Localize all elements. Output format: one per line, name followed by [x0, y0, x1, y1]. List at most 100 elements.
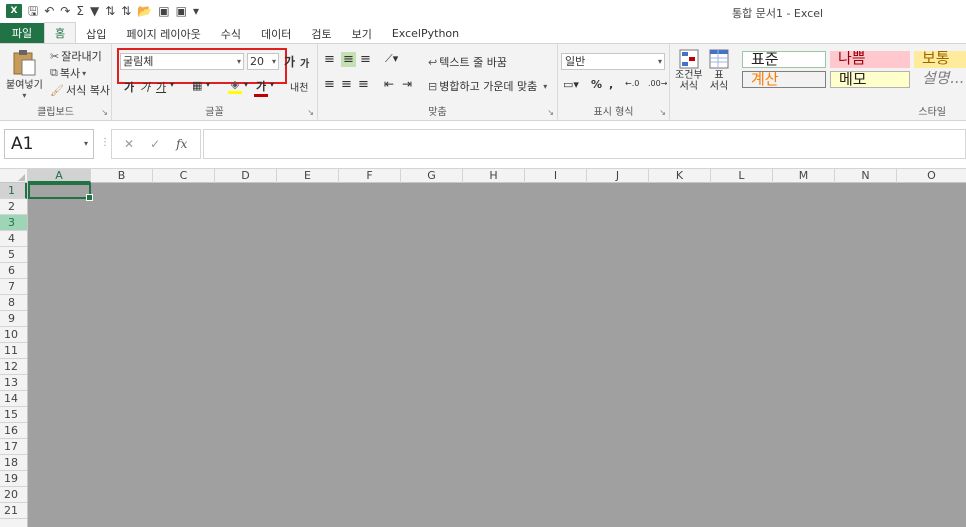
row-header-6[interactable]: 6 [0, 263, 27, 279]
decrease-indent-icon[interactable]: ⇤ [384, 77, 394, 91]
phonetic-button[interactable]: 내천 [290, 79, 308, 94]
column-header-d[interactable]: D [215, 169, 277, 183]
row-header-5[interactable]: 5 [0, 247, 27, 263]
row-header-10[interactable]: 10 [0, 327, 27, 343]
tab-formulas[interactable]: 수식 [211, 23, 251, 44]
grow-font-button[interactable]: 가 [284, 53, 295, 70]
worksheet-grid[interactable] [28, 183, 966, 527]
row-header-16[interactable]: 16 [0, 423, 27, 439]
increase-decimal-icon[interactable]: ←.0 [625, 79, 639, 88]
column-header-c[interactable]: C [153, 169, 215, 183]
format-painter-button[interactable]: 🖌 서식 복사 [50, 82, 110, 98]
fill-color-button[interactable]: ◈ [228, 78, 242, 94]
bold-button[interactable]: 가 [124, 79, 134, 95]
font-color-dropdown-icon[interactable]: ▾ [270, 80, 274, 89]
row-header-19[interactable]: 19 [0, 471, 27, 487]
customize-qat-icon[interactable]: ▾ [193, 4, 199, 18]
conditional-formatting-button[interactable]: 조건부 서식 [675, 48, 703, 92]
row-header-9[interactable]: 9 [0, 311, 27, 327]
increase-indent-icon[interactable]: ⇥ [402, 77, 412, 91]
paste-button[interactable]: 붙여넣기 ▾ [6, 48, 43, 100]
save-icon[interactable]: 🖫 [28, 4, 38, 18]
column-header-e[interactable]: E [277, 169, 339, 183]
row-header-1[interactable]: 1 [0, 183, 27, 199]
open-folder-icon[interactable]: 📂 [137, 4, 152, 18]
cancel-icon[interactable]: ✕ [124, 137, 134, 151]
style-neutral[interactable]: 보통 [914, 51, 966, 68]
redo-icon[interactable]: ↷ [60, 4, 70, 18]
row-header-17[interactable]: 17 [0, 439, 27, 455]
column-header-h[interactable]: H [463, 169, 525, 183]
percent-style-button[interactable]: % [591, 78, 602, 91]
align-middle-icon[interactable]: ≡ [341, 52, 356, 67]
select-all-button[interactable] [0, 169, 28, 183]
insert-function-icon[interactable]: fx [176, 137, 187, 151]
row-header-11[interactable]: 11 [0, 343, 27, 359]
sort-ascending-icon[interactable]: ⇅ [105, 4, 115, 18]
clipboard-launcher-icon[interactable]: ↘ [101, 108, 108, 117]
font-launcher-icon[interactable]: ↘ [307, 108, 314, 117]
tab-page-layout[interactable]: 페이지 레이아웃 [116, 23, 210, 44]
tab-excelpython[interactable]: ExcelPython [382, 23, 469, 44]
filter-icon[interactable]: ▼ [90, 4, 99, 18]
style-calculation[interactable]: 계산 [742, 71, 826, 88]
borders-icon[interactable]: ▦ [192, 79, 202, 92]
number-format-combobox[interactable]: 일반 ▾ [561, 53, 665, 70]
formula-input[interactable] [203, 129, 966, 159]
tab-home[interactable]: 홈 [44, 22, 77, 44]
row-header-7[interactable]: 7 [0, 279, 27, 295]
format-as-table-button[interactable]: 표 서식 [708, 48, 730, 92]
column-header-j[interactable]: J [587, 169, 649, 183]
row-header-3[interactable]: 3 [0, 215, 27, 231]
enter-icon[interactable]: ✓ [150, 137, 160, 151]
number-launcher-icon[interactable]: ↘ [659, 108, 666, 117]
undo-icon[interactable]: ↶ [44, 4, 54, 18]
alignment-launcher-icon[interactable]: ↘ [547, 108, 554, 117]
formula-bar-splitter-icon[interactable]: ⋮ [100, 137, 110, 148]
column-header-a[interactable]: A [28, 169, 91, 183]
column-header-m[interactable]: M [773, 169, 835, 183]
name-box-dropdown-icon[interactable]: ▾ [84, 130, 88, 158]
tab-review[interactable]: 검토 [301, 23, 341, 44]
tab-file[interactable]: 파일 [0, 23, 44, 43]
column-header-b[interactable]: B [91, 169, 153, 183]
merge-dropdown-icon[interactable]: ▾ [543, 82, 547, 91]
name-box[interactable]: A1 ▾ [4, 129, 94, 159]
align-center-icon[interactable]: ≡ [341, 77, 352, 92]
align-left-icon[interactable]: ≡ [324, 77, 335, 92]
copy-button[interactable]: ⧉ 복사 ▾ [50, 65, 86, 81]
number-format-dropdown-icon[interactable]: ▾ [658, 54, 662, 69]
column-header-f[interactable]: F [339, 169, 401, 183]
underline-button[interactable]: 가 [156, 79, 166, 95]
row-header-13[interactable]: 13 [0, 375, 27, 391]
row-header-14[interactable]: 14 [0, 391, 27, 407]
row-header-12[interactable]: 12 [0, 359, 27, 375]
style-bad[interactable]: 나쁨 [830, 51, 910, 68]
align-bottom-icon[interactable]: ≡ [360, 52, 371, 67]
row-header-4[interactable]: 4 [0, 231, 27, 247]
fill-color-dropdown-icon[interactable]: ▾ [244, 80, 248, 89]
style-explanatory[interactable]: 설명... [914, 71, 966, 88]
column-header-l[interactable]: L [711, 169, 773, 183]
tab-data[interactable]: 데이터 [251, 23, 301, 44]
column-header-k[interactable]: K [649, 169, 711, 183]
column-header-g[interactable]: G [401, 169, 463, 183]
paste-dropdown-icon[interactable]: ▾ [22, 91, 26, 100]
font-color-button[interactable]: 가 [254, 78, 268, 97]
column-header-o[interactable]: O [897, 169, 966, 183]
copy-dropdown-icon[interactable]: ▾ [82, 69, 86, 78]
borders-dropdown-icon[interactable]: ▾ [206, 80, 210, 89]
tab-view[interactable]: 보기 [342, 23, 382, 44]
style-note[interactable]: 메모 [830, 71, 910, 88]
shrink-font-button[interactable]: 가 [300, 55, 309, 70]
wrap-text-button[interactable]: ↩ 텍스트 줄 바꿈 [428, 54, 507, 70]
row-header-8[interactable]: 8 [0, 295, 27, 311]
align-right-icon[interactable]: ≡ [358, 77, 369, 92]
row-header-21[interactable]: 21 [0, 503, 27, 519]
active-cell-a1[interactable] [28, 183, 93, 201]
row-header-2[interactable]: 2 [0, 199, 27, 215]
merge-center-button[interactable]: ⊟ 병합하고 가운데 맞춤 ▾ [428, 78, 547, 94]
sort-descending-icon[interactable]: ⇅ [121, 4, 131, 18]
qat-extra2-icon[interactable]: ▣ [176, 4, 187, 18]
column-header-i[interactable]: I [525, 169, 587, 183]
